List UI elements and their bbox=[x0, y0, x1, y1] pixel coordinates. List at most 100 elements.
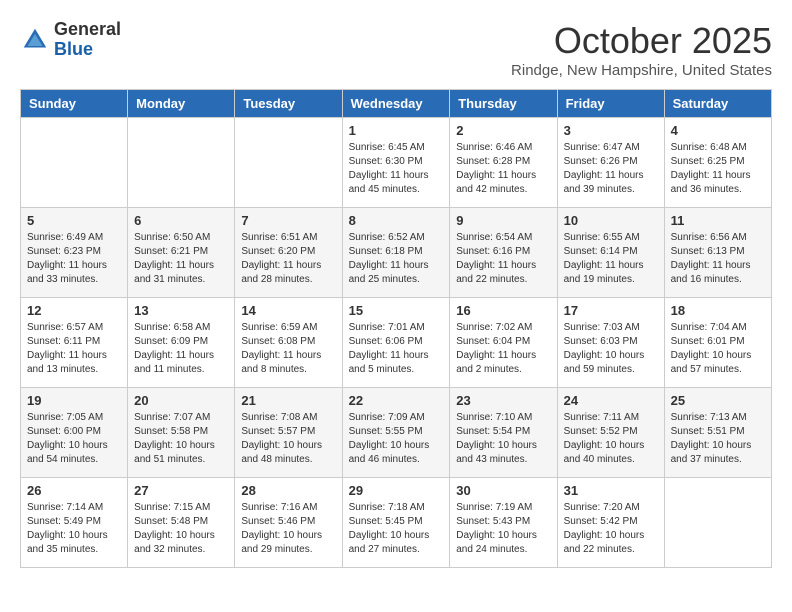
day-number-3: 3 bbox=[564, 123, 658, 138]
logo: General Blue bbox=[20, 20, 121, 60]
day-cell-25: 25 Sunrise: 7:13 AM Sunset: 5:51 PM Dayli… bbox=[664, 388, 771, 478]
day-cell-27: 27 Sunrise: 7:15 AM Sunset: 5:48 PM Dayli… bbox=[128, 478, 235, 568]
logo-blue: Blue bbox=[54, 40, 121, 60]
day-cell-10: 10 Sunrise: 6:55 AM Sunset: 6:14 PM Dayli… bbox=[557, 208, 664, 298]
logo-text: General Blue bbox=[54, 20, 121, 60]
empty-cell bbox=[235, 118, 342, 208]
day-cell-3: 3 Sunrise: 6:47 AM Sunset: 6:26 PM Daylig… bbox=[557, 118, 664, 208]
day-number-11: 11 bbox=[671, 213, 765, 228]
weekday-header-row: SundayMondayTuesdayWednesdayThursdayFrid… bbox=[21, 90, 772, 118]
day-number-25: 25 bbox=[671, 393, 765, 408]
day-number-29: 29 bbox=[349, 483, 444, 498]
day-cell-31: 31Sunrise: 7:20 AM Sunset: 5:42 PM Dayli… bbox=[557, 478, 664, 568]
location: Rindge, New Hampshire, United States bbox=[511, 62, 772, 79]
day-info-8: Sunrise: 6:52 AM Sunset: 6:18 PM Dayligh… bbox=[349, 231, 444, 287]
day-cell-18: 18 Sunrise: 7:04 AM Sunset: 6:01 PM Dayli… bbox=[664, 298, 771, 388]
day-info-3: Sunrise: 6:47 AM Sunset: 6:26 PM Dayligh… bbox=[564, 141, 658, 197]
day-cell-13: 13 Sunrise: 6:58 AM Sunset: 6:09 PM Dayli… bbox=[128, 298, 235, 388]
day-info-25: Sunrise: 7:13 AM Sunset: 5:51 PM Dayligh… bbox=[671, 411, 765, 467]
day-info-29: Sunrise: 7:18 AM Sunset: 5:45 PM Dayligh… bbox=[349, 501, 444, 557]
day-cell-8: 8 Sunrise: 6:52 AM Sunset: 6:18 PM Daylig… bbox=[342, 208, 450, 298]
day-cell-15: 15 Sunrise: 7:01 AM Sunset: 6:06 PM Dayli… bbox=[342, 298, 450, 388]
day-cell-1: 1Sunrise: 6:45 AM Sunset: 6:30 PM Daylig… bbox=[342, 118, 450, 208]
day-info-26: Sunrise: 7:14 AM Sunset: 5:49 PM Dayligh… bbox=[27, 501, 121, 557]
day-info-10: Sunrise: 6:55 AM Sunset: 6:14 PM Dayligh… bbox=[564, 231, 658, 287]
day-cell-24: 24 Sunrise: 7:11 AM Sunset: 5:52 PM Dayli… bbox=[557, 388, 664, 478]
week-row-3: 12 Sunrise: 6:57 AM Sunset: 6:11 PM Dayli… bbox=[21, 298, 772, 388]
day-cell-26: 26 Sunrise: 7:14 AM Sunset: 5:49 PM Dayli… bbox=[21, 478, 128, 568]
week-row-1: 1Sunrise: 6:45 AM Sunset: 6:30 PM Daylig… bbox=[21, 118, 772, 208]
day-number-5: 5 bbox=[27, 213, 121, 228]
day-number-8: 8 bbox=[349, 213, 444, 228]
day-number-4: 4 bbox=[671, 123, 765, 138]
day-info-6: Sunrise: 6:50 AM Sunset: 6:21 PM Dayligh… bbox=[134, 231, 228, 287]
day-number-6: 6 bbox=[134, 213, 228, 228]
day-cell-17: 17 Sunrise: 7:03 AM Sunset: 6:03 PM Dayli… bbox=[557, 298, 664, 388]
day-number-23: 23 bbox=[456, 393, 550, 408]
day-info-22: Sunrise: 7:09 AM Sunset: 5:55 PM Dayligh… bbox=[349, 411, 444, 467]
day-info-1: Sunrise: 6:45 AM Sunset: 6:30 PM Dayligh… bbox=[349, 141, 444, 197]
weekday-header-friday: Friday bbox=[557, 90, 664, 118]
empty-cell bbox=[128, 118, 235, 208]
day-number-18: 18 bbox=[671, 303, 765, 318]
day-cell-19: 19Sunrise: 7:05 AM Sunset: 6:00 PM Dayli… bbox=[21, 388, 128, 478]
weekday-header-thursday: Thursday bbox=[450, 90, 557, 118]
day-cell-4: 4 Sunrise: 6:48 AM Sunset: 6:25 PM Daylig… bbox=[664, 118, 771, 208]
day-number-21: 21 bbox=[241, 393, 335, 408]
weekday-header-saturday: Saturday bbox=[664, 90, 771, 118]
day-info-19: Sunrise: 7:05 AM Sunset: 6:00 PM Dayligh… bbox=[27, 411, 121, 467]
week-row-4: 19Sunrise: 7:05 AM Sunset: 6:00 PM Dayli… bbox=[21, 388, 772, 478]
day-info-2: Sunrise: 6:46 AM Sunset: 6:28 PM Dayligh… bbox=[456, 141, 550, 197]
day-info-12: Sunrise: 6:57 AM Sunset: 6:11 PM Dayligh… bbox=[27, 321, 121, 377]
day-info-15: Sunrise: 7:01 AM Sunset: 6:06 PM Dayligh… bbox=[349, 321, 444, 377]
day-number-30: 30 bbox=[456, 483, 550, 498]
day-info-5: Sunrise: 6:49 AM Sunset: 6:23 PM Dayligh… bbox=[27, 231, 121, 287]
day-number-13: 13 bbox=[134, 303, 228, 318]
day-cell-7: 7Sunrise: 6:51 AM Sunset: 6:20 PM Daylig… bbox=[235, 208, 342, 298]
day-info-17: Sunrise: 7:03 AM Sunset: 6:03 PM Dayligh… bbox=[564, 321, 658, 377]
day-cell-16: 16Sunrise: 7:02 AM Sunset: 6:04 PM Dayli… bbox=[450, 298, 557, 388]
day-info-31: Sunrise: 7:20 AM Sunset: 5:42 PM Dayligh… bbox=[564, 501, 658, 557]
day-cell-5: 5 Sunrise: 6:49 AM Sunset: 6:23 PM Daylig… bbox=[21, 208, 128, 298]
day-cell-14: 14Sunrise: 6:59 AM Sunset: 6:08 PM Dayli… bbox=[235, 298, 342, 388]
day-info-30: Sunrise: 7:19 AM Sunset: 5:43 PM Dayligh… bbox=[456, 501, 550, 557]
logo-icon bbox=[20, 25, 50, 55]
day-cell-29: 29 Sunrise: 7:18 AM Sunset: 5:45 PM Dayli… bbox=[342, 478, 450, 568]
day-info-13: Sunrise: 6:58 AM Sunset: 6:09 PM Dayligh… bbox=[134, 321, 228, 377]
week-row-5: 26 Sunrise: 7:14 AM Sunset: 5:49 PM Dayli… bbox=[21, 478, 772, 568]
day-number-2: 2 bbox=[456, 123, 550, 138]
day-cell-20: 20Sunrise: 7:07 AM Sunset: 5:58 PM Dayli… bbox=[128, 388, 235, 478]
day-number-28: 28 bbox=[241, 483, 335, 498]
day-info-7: Sunrise: 6:51 AM Sunset: 6:20 PM Dayligh… bbox=[241, 231, 335, 287]
weekday-header-wednesday: Wednesday bbox=[342, 90, 450, 118]
day-number-10: 10 bbox=[564, 213, 658, 228]
day-number-12: 12 bbox=[27, 303, 121, 318]
day-cell-22: 22Sunrise: 7:09 AM Sunset: 5:55 PM Dayli… bbox=[342, 388, 450, 478]
day-info-11: Sunrise: 6:56 AM Sunset: 6:13 PM Dayligh… bbox=[671, 231, 765, 287]
day-info-9: Sunrise: 6:54 AM Sunset: 6:16 PM Dayligh… bbox=[456, 231, 550, 287]
day-number-15: 15 bbox=[349, 303, 444, 318]
day-cell-21: 21Sunrise: 7:08 AM Sunset: 5:57 PM Dayli… bbox=[235, 388, 342, 478]
calendar-table: SundayMondayTuesdayWednesdayThursdayFrid… bbox=[20, 89, 772, 568]
day-info-4: Sunrise: 6:48 AM Sunset: 6:25 PM Dayligh… bbox=[671, 141, 765, 197]
day-info-24: Sunrise: 7:11 AM Sunset: 5:52 PM Dayligh… bbox=[564, 411, 658, 467]
day-number-16: 16 bbox=[456, 303, 550, 318]
weekday-header-sunday: Sunday bbox=[21, 90, 128, 118]
logo-general: General bbox=[54, 20, 121, 40]
weekday-header-tuesday: Tuesday bbox=[235, 90, 342, 118]
day-number-24: 24 bbox=[564, 393, 658, 408]
day-info-18: Sunrise: 7:04 AM Sunset: 6:01 PM Dayligh… bbox=[671, 321, 765, 377]
day-number-26: 26 bbox=[27, 483, 121, 498]
month-title: October 2025 bbox=[511, 20, 772, 62]
empty-cell bbox=[664, 478, 771, 568]
day-number-9: 9 bbox=[456, 213, 550, 228]
page-header: General Blue October 2025 Rindge, New Ha… bbox=[20, 20, 772, 79]
weekday-header-monday: Monday bbox=[128, 90, 235, 118]
day-info-27: Sunrise: 7:15 AM Sunset: 5:48 PM Dayligh… bbox=[134, 501, 228, 557]
day-number-17: 17 bbox=[564, 303, 658, 318]
day-number-27: 27 bbox=[134, 483, 228, 498]
day-cell-2: 2 Sunrise: 6:46 AM Sunset: 6:28 PM Daylig… bbox=[450, 118, 557, 208]
day-info-20: Sunrise: 7:07 AM Sunset: 5:58 PM Dayligh… bbox=[134, 411, 228, 467]
day-cell-30: 30 Sunrise: 7:19 AM Sunset: 5:43 PM Dayli… bbox=[450, 478, 557, 568]
day-info-23: Sunrise: 7:10 AM Sunset: 5:54 PM Dayligh… bbox=[456, 411, 550, 467]
